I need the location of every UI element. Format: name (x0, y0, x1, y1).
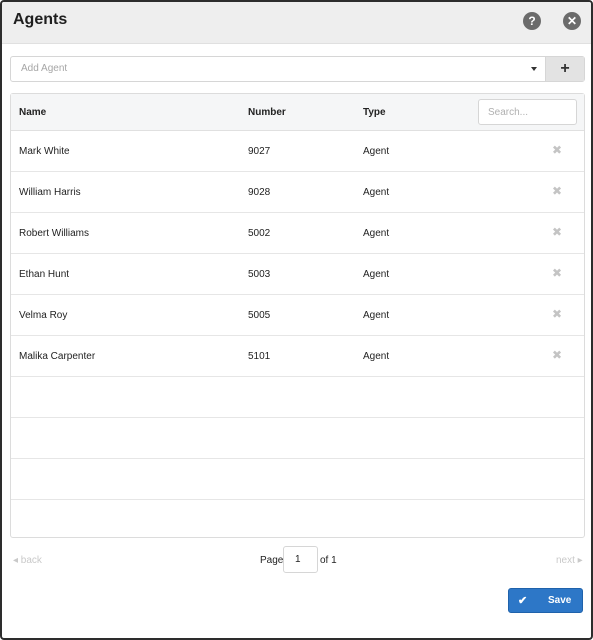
page-label: Page (260, 555, 284, 566)
next-link[interactable]: next ▸ (556, 555, 583, 566)
agents-table: Name Number Type Mark White 9027 Agent ✖… (10, 93, 585, 538)
agent-type: Agent (363, 146, 390, 157)
agent-name: Mark White (19, 146, 70, 157)
delete-icon[interactable]: ✖ (552, 308, 562, 320)
dialog-header: Agents ? ✕ (2, 2, 591, 44)
empty-row (11, 459, 584, 500)
agent-type: Agent (363, 351, 390, 362)
back-link[interactable]: ◂ back (13, 555, 42, 566)
table-row[interactable]: Robert Williams 5002 Agent ✖ (11, 213, 584, 254)
agent-name: Malika Carpenter (19, 351, 96, 362)
add-agent-select[interactable]: Add Agent (11, 57, 545, 81)
agent-number: 5003 (248, 269, 271, 280)
agent-number: 9027 (248, 146, 271, 157)
agent-number: 5005 (248, 310, 271, 321)
close-icon[interactable]: ✕ (563, 12, 581, 30)
table-row[interactable]: Malika Carpenter 5101 Agent ✖ (11, 336, 584, 377)
column-header-number[interactable]: Number (248, 107, 286, 118)
table-row[interactable]: William Harris 9028 Agent ✖ (11, 172, 584, 213)
agent-type: Agent (363, 269, 390, 280)
add-agent-button[interactable]: + (545, 57, 584, 81)
table-row[interactable]: Ethan Hunt 5003 Agent ✖ (11, 254, 584, 295)
question-circle-icon[interactable]: ? (523, 12, 541, 30)
agent-number: 9028 (248, 187, 271, 198)
dialog-title: Agents (13, 11, 68, 28)
column-header-name[interactable]: Name (19, 107, 46, 118)
empty-row (11, 418, 584, 459)
column-header-type[interactable]: Type (363, 107, 386, 118)
agent-type: Agent (363, 187, 390, 198)
agents-dialog: Agents ? ✕ Add Agent + Name Number Type … (0, 0, 593, 640)
page-number-input[interactable] (283, 546, 318, 573)
page-count: of 1 (320, 555, 337, 566)
table-row[interactable]: Velma Roy 5005 Agent ✖ (11, 295, 584, 336)
agent-number: 5002 (248, 228, 271, 239)
agent-name: William Harris (19, 187, 81, 198)
table-header: Name Number Type (11, 94, 584, 131)
agent-number: 5101 (248, 351, 271, 362)
save-label: Save (548, 595, 572, 606)
agent-name: Robert Williams (19, 228, 90, 239)
delete-icon[interactable]: ✖ (552, 267, 562, 279)
agent-name: Ethan Hunt (19, 269, 70, 280)
delete-icon[interactable]: ✖ (552, 349, 562, 361)
search-input[interactable] (478, 99, 577, 125)
empty-row (11, 377, 584, 418)
save-button[interactable]: ✔ Save (508, 588, 583, 613)
check-icon: ✔ (518, 595, 528, 607)
table-row[interactable]: Mark White 9027 Agent ✖ (11, 131, 584, 172)
agent-type: Agent (363, 310, 390, 321)
delete-icon[interactable]: ✖ (552, 185, 562, 197)
agent-type: Agent (363, 228, 390, 239)
add-agent-row: Add Agent + (10, 56, 585, 82)
delete-icon[interactable]: ✖ (552, 144, 562, 156)
delete-icon[interactable]: ✖ (552, 226, 562, 238)
empty-row (11, 500, 584, 541)
caret-down-icon[interactable] (531, 67, 537, 71)
agent-name: Velma Roy (19, 310, 68, 321)
